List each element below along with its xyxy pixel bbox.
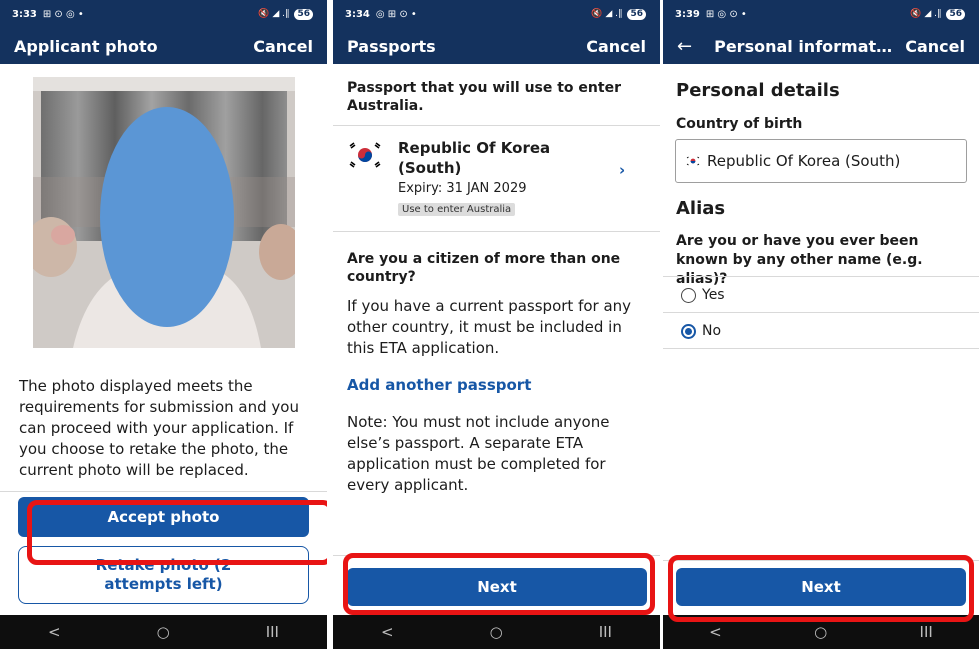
nav-recents-icon[interactable]: III [599, 623, 612, 641]
add-another-passport-link[interactable]: Add another passport [347, 375, 531, 396]
nav-back-icon[interactable]: < [381, 623, 394, 641]
cancel-button[interactable]: Cancel [905, 37, 965, 56]
nav-back-icon[interactable]: < [709, 623, 722, 641]
passport-country: Republic Of Korea (South) [398, 139, 551, 177]
use-to-enter-badge: Use to enter Australia [398, 203, 516, 216]
alias-option-yes[interactable]: Yes [681, 287, 725, 303]
status-notification-icons: ◎ ⊞ ⊙ • [375, 8, 417, 20]
page-title: Applicant photo [14, 36, 158, 56]
nav-home-icon[interactable]: ○ [490, 623, 503, 641]
page-title: Personal informati... [714, 36, 898, 56]
alias-question: Are you or have you ever been known by a… [676, 233, 923, 287]
passport-expiry: Expiry: 31 JAN 2029 [398, 181, 527, 196]
battery-icon: 56 [627, 8, 646, 20]
status-time: 3:34 [345, 8, 370, 20]
app-bar: Passports Cancel [333, 28, 660, 64]
photo-image [33, 77, 295, 348]
passport-note: Note: You must not include anyone else’s… [347, 413, 610, 494]
divider [663, 276, 979, 277]
personal-details-heading: Personal details [676, 80, 840, 101]
radio-unselected-icon [681, 287, 696, 303]
applicant-photo [33, 77, 295, 348]
divider [0, 491, 327, 492]
nav-recents-icon[interactable]: III [920, 623, 933, 641]
country-of-birth-value: Republic Of Korea (South) [707, 152, 901, 170]
status-time: 3:33 [12, 8, 37, 20]
nav-home-icon[interactable]: ○ [814, 623, 827, 641]
signal-icons: 🔇 ◢ .∥ [258, 9, 290, 19]
back-arrow-icon[interactable]: ← [677, 36, 692, 57]
screen-personal-information: 3:39 ⊞ ◎ ⊙ • 🔇 ◢ .∥ 56 ← Personal inform… [663, 0, 979, 649]
battery-icon: 56 [946, 8, 965, 20]
nav-home-icon[interactable]: ○ [157, 623, 170, 641]
cancel-button[interactable]: Cancel [253, 37, 313, 56]
passport-card[interactable]: Republic Of Korea (South) Expiry: 31 JAN… [333, 126, 660, 230]
divider [663, 312, 979, 313]
passport-info: If you have a current passport for any o… [347, 297, 632, 357]
app-bar: Applicant photo Cancel [0, 28, 327, 64]
page-title: Passports [347, 36, 436, 56]
alias-option-label: Yes [702, 287, 725, 303]
app-bar: ← Personal informati... Cancel [663, 28, 979, 64]
nav-recents-icon[interactable]: III [266, 623, 279, 641]
screen-passports: 3:34 ◎ ⊞ ⊙ • 🔇 ◢ .∥ 56 Passports Cancel … [333, 0, 660, 649]
status-bar: 3:33 ⊞ ⊙ ◎ • 🔇 ◢ .∥ 56 [0, 0, 327, 28]
country-of-birth-label: Country of birth [676, 116, 803, 132]
status-notification-icons: ⊞ ◎ ⊙ • [705, 8, 747, 20]
country-of-birth-field[interactable]: Republic Of Korea (South) [675, 139, 967, 183]
korea-flag-icon [686, 156, 700, 166]
status-notification-icons: ⊞ ⊙ ◎ • [42, 8, 84, 20]
alias-option-label: No [702, 323, 722, 339]
korea-flag-icon [349, 142, 381, 168]
highlight-annotation [27, 500, 327, 565]
alias-option-no[interactable]: No [681, 323, 721, 339]
alias-heading: Alias [676, 198, 726, 219]
status-bar: 3:34 ◎ ⊞ ⊙ • 🔇 ◢ .∥ 56 [333, 0, 660, 28]
signal-icons: 🔇 ◢ .∥ [910, 9, 942, 19]
chevron-right-icon: › [619, 161, 626, 179]
cancel-button[interactable]: Cancel [586, 37, 646, 56]
status-time: 3:39 [675, 8, 700, 20]
divider [663, 348, 979, 349]
screen-applicant-photo: 3:33 ⊞ ⊙ ◎ • 🔇 ◢ .∥ 56 Applicant photo C… [0, 0, 327, 649]
android-nav-bar: < ○ III [333, 615, 660, 649]
signal-icons: 🔇 ◢ .∥ [591, 9, 623, 19]
passport-intro: Passport that you will use to enter Aust… [347, 80, 621, 114]
nav-back-icon[interactable]: < [48, 623, 61, 641]
citizen-question: Are you a citizen of more than one count… [347, 251, 621, 285]
highlight-annotation [343, 553, 655, 615]
status-bar: 3:39 ⊞ ◎ ⊙ • 🔇 ◢ .∥ 56 [663, 0, 979, 28]
battery-icon: 56 [294, 8, 313, 20]
radio-selected-icon [681, 323, 696, 339]
divider [333, 231, 660, 232]
android-nav-bar: < ○ III [0, 615, 327, 649]
highlight-annotation [668, 555, 974, 622]
photo-message: The photo displayed meets the requiremen… [19, 377, 299, 479]
